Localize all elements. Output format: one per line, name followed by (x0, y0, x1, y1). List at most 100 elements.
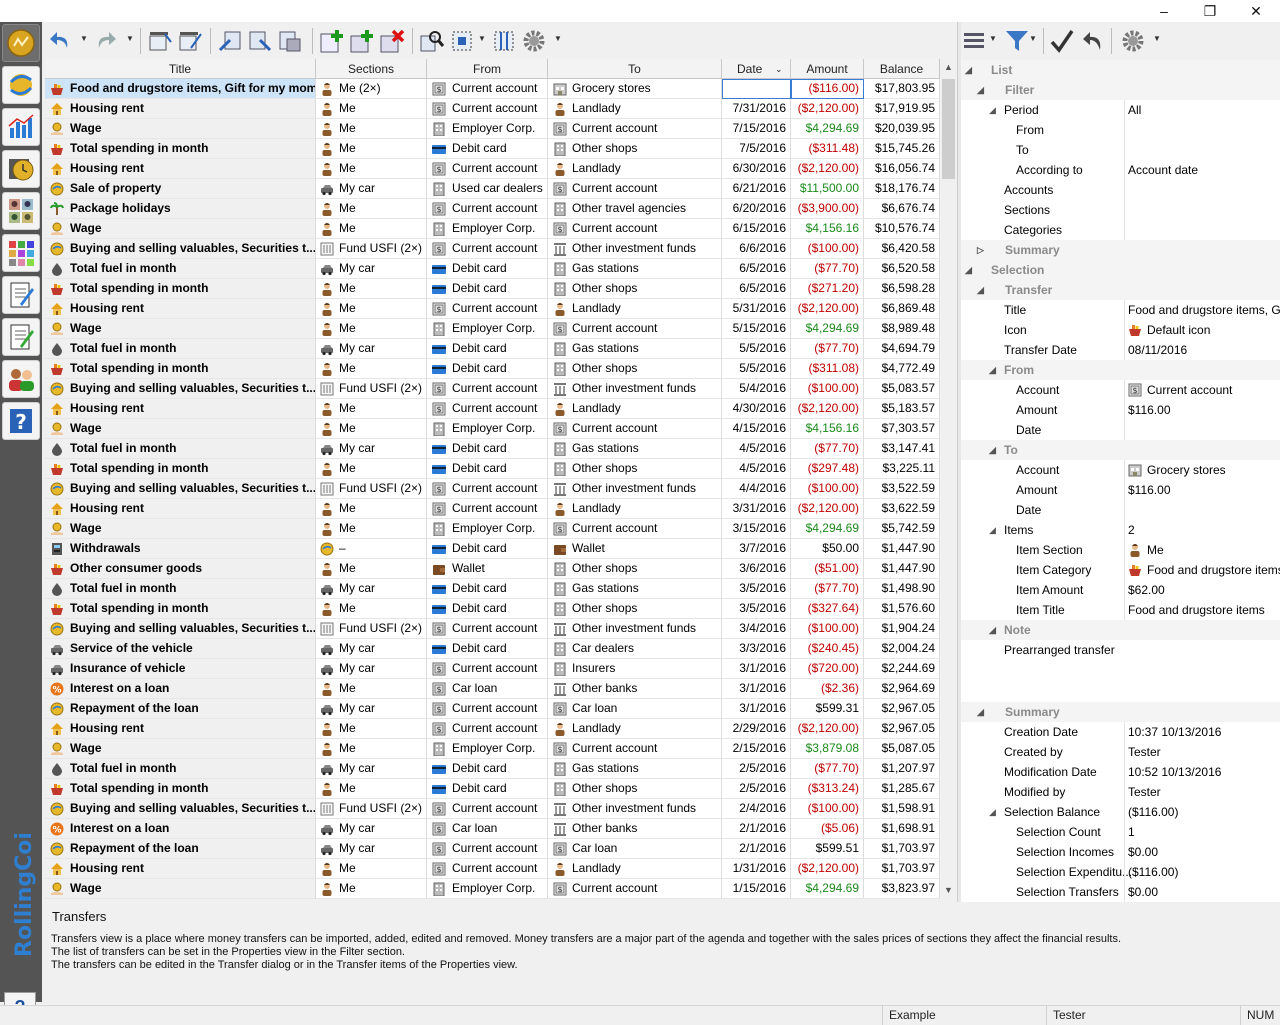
table-row[interactable]: % Interest on a loan Me $ Car loan Other bank… (45, 679, 940, 699)
collapse-icon[interactable]: ◢ (989, 520, 996, 540)
cell-amount[interactable]: ($100.00) (791, 379, 864, 399)
redo-dropdown-arrow[interactable]: ▼ (126, 34, 134, 43)
cell-section[interactable]: – (316, 539, 427, 559)
apply-button[interactable] (1048, 26, 1076, 56)
property-row[interactable]: Amount $116.00 (961, 400, 1280, 420)
cell-section[interactable]: Me (316, 599, 427, 619)
cell-from[interactable]: Employer Corp. (427, 319, 548, 339)
cell-amount[interactable]: ($77.70) (791, 339, 864, 359)
cell-balance[interactable]: $1,207.97 (864, 759, 940, 779)
cell-title[interactable]: Buying and selling valuables, Securities… (45, 799, 316, 819)
cell-title[interactable]: Total spending in month (45, 459, 316, 479)
cell-from[interactable]: Used car dealers (427, 179, 548, 199)
cell-from[interactable]: Employer Corp. (427, 419, 548, 439)
cell-amount[interactable]: ($77.70) (791, 579, 864, 599)
cell-balance[interactable]: $17,803.95 (864, 79, 940, 99)
scrollbar-thumb[interactable] (942, 79, 955, 179)
table-row[interactable]: Insurance of vehicle My car $ Current accou… (45, 659, 940, 679)
cell-to[interactable]: Insurers (548, 659, 722, 679)
cell-section[interactable]: Me (316, 99, 427, 119)
property-value[interactable] (1124, 120, 1280, 140)
cell-balance[interactable]: $6,676.74 (864, 199, 940, 219)
cell-date[interactable]: 3/3/2016 (722, 639, 791, 659)
cell-date[interactable]: 5/31/2016 (722, 299, 791, 319)
cell-amount[interactable]: $3,879.08 (791, 739, 864, 759)
collapse-icon[interactable]: ◢ (989, 802, 996, 822)
sidebar-help-button[interactable]: ? (2, 402, 40, 440)
import-button[interactable] (216, 26, 244, 56)
cell-title[interactable]: Wage (45, 119, 316, 139)
redo-button[interactable] (92, 26, 120, 56)
cell-section[interactable]: Fund USFI (2×) (316, 379, 427, 399)
cell-to[interactable]: Other investment funds (548, 239, 722, 259)
cell-from[interactable]: $ Current account (427, 159, 548, 179)
cell-date[interactable]: 1/15/2016 (722, 879, 791, 899)
cell-from[interactable]: Employer Corp. (427, 219, 548, 239)
revert-button[interactable] (1079, 26, 1107, 56)
cell-to[interactable]: Other shops (548, 779, 722, 799)
cell-amount[interactable]: $50.00 (791, 539, 864, 559)
sidebar-users-button[interactable] (2, 360, 40, 398)
cell-title[interactable]: Wage (45, 419, 316, 439)
collapse-icon[interactable]: ◢ (977, 80, 984, 100)
properties-menu-dropdown-arrow[interactable]: ▼ (989, 34, 997, 43)
cell-amount[interactable]: ($2,120.00) (791, 499, 864, 519)
cell-to[interactable]: Landlady (548, 159, 722, 179)
cell-from[interactable]: $ Current account (427, 79, 548, 99)
cell-to[interactable]: Other shops (548, 559, 722, 579)
cell-from[interactable]: $ Current account (427, 199, 548, 219)
cell-date[interactable]: 6/15/2016 (722, 219, 791, 239)
property-row[interactable]: To (961, 140, 1280, 160)
cell-date[interactable]: 6/5/2016 (722, 259, 791, 279)
property-value[interactable]: Tester (1124, 782, 1280, 802)
table-row[interactable]: Housing rent Me $ Current account Landlady 7/… (45, 99, 940, 119)
sidebar-overview-button[interactable] (2, 24, 40, 62)
property-value[interactable]: Food and drugstore items, Gift ... (1124, 300, 1280, 320)
cell-from[interactable]: Employer Corp. (427, 119, 548, 139)
cell-amount[interactable]: ($51.00) (791, 559, 864, 579)
cell-title[interactable]: Housing rent (45, 719, 316, 739)
cell-amount[interactable]: $11,500.00 (791, 179, 864, 199)
collapse-icon[interactable]: ◢ (965, 60, 972, 80)
cell-to[interactable]: $ Car loan (548, 699, 722, 719)
cell-date[interactable]: 3/4/2016 (722, 619, 791, 639)
cell-to[interactable]: Other investment funds (548, 479, 722, 499)
cell-from[interactable]: Debit card (427, 599, 548, 619)
cell-from[interactable]: Debit card (427, 359, 548, 379)
cell-amount[interactable]: ($2,120.00) (791, 859, 864, 879)
property-value[interactable]: $116.00 (1124, 480, 1280, 500)
property-value[interactable]: Default icon (1124, 320, 1280, 340)
properties-menu-button[interactable] (961, 26, 989, 56)
cell-date[interactable]: 3/1/2016 (722, 699, 791, 719)
cell-balance[interactable]: $3,522.59 (864, 479, 940, 499)
property-row[interactable]: ◢ Filter (961, 80, 1280, 100)
cell-section[interactable]: Me (316, 319, 427, 339)
cell-date[interactable]: 4/4/2016 (722, 479, 791, 499)
table-row[interactable]: Buying and selling valuables, Securities… (45, 479, 940, 499)
property-row[interactable]: ◢ Note (961, 620, 1280, 640)
cell-amount[interactable]: ($100.00) (791, 239, 864, 259)
cell-title[interactable]: Buying and selling valuables, Securities… (45, 239, 316, 259)
cell-date[interactable]: 3/5/2016 (722, 579, 791, 599)
cell-section[interactable]: Me (316, 779, 427, 799)
cell-from[interactable]: $ Current account (427, 379, 548, 399)
cell-amount[interactable]: $4,294.69 (791, 119, 864, 139)
property-row[interactable]: ◢ To (961, 440, 1280, 460)
cell-title[interactable]: Wage (45, 319, 316, 339)
cell-to[interactable]: $ Current account (548, 179, 722, 199)
select-dropdown-arrow[interactable]: ▼ (478, 34, 486, 43)
delete-button[interactable] (378, 26, 406, 56)
property-row[interactable]: ◢ Items 2 (961, 520, 1280, 540)
cell-balance[interactable]: $16,056.74 (864, 159, 940, 179)
cell-balance[interactable]: $18,176.74 (864, 179, 940, 199)
cell-amount[interactable]: ($3,900.00) (791, 199, 864, 219)
property-row[interactable]: Categories (961, 220, 1280, 240)
collapse-icon[interactable]: ◢ (977, 280, 984, 300)
property-value[interactable]: Tester (1124, 742, 1280, 762)
cell-date[interactable]: 4/5/2016 (722, 459, 791, 479)
paste-button[interactable] (276, 26, 304, 56)
cell-title[interactable]: Total fuel in month (45, 259, 316, 279)
table-row[interactable]: Wage Me Employer Corp. $ Current account 5/15… (45, 319, 940, 339)
sidebar-planning-button[interactable] (2, 150, 40, 188)
cell-title[interactable]: Buying and selling valuables, Securities… (45, 379, 316, 399)
